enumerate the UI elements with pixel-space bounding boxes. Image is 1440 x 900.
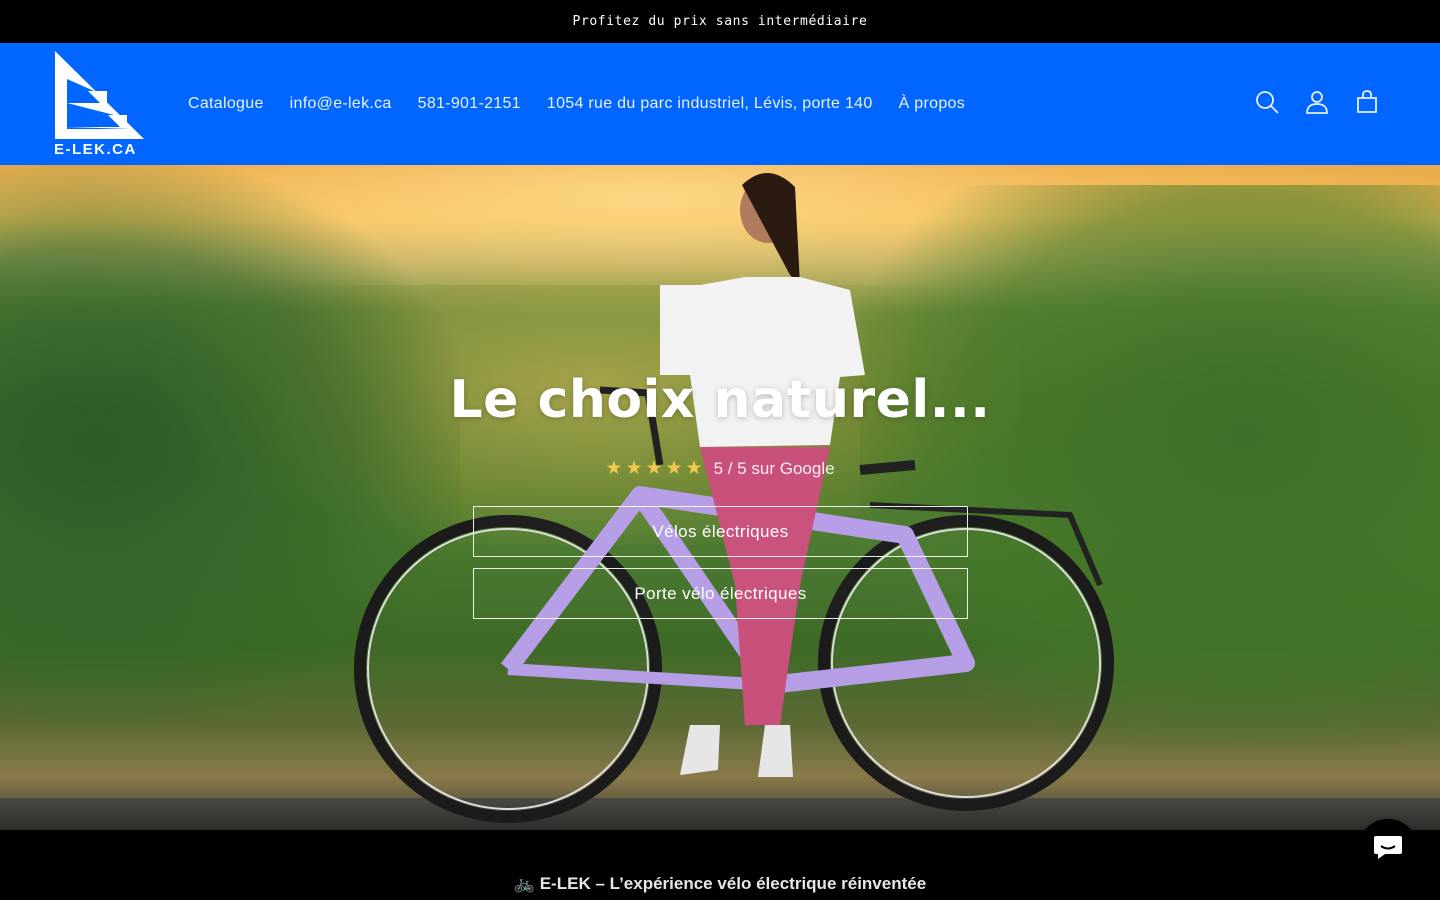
main-nav: Catalogue info@e-lek.ca 581-901-2151 105… [188,43,991,165]
cart-icon[interactable] [1354,89,1380,115]
nav-item-address[interactable]: 1054 rue du parc industriel, Lévis, port… [547,95,873,113]
nav-item-catalogue[interactable]: Catalogue [188,95,264,113]
announcement-text: Profitez du prix sans intermédiaire [572,14,868,29]
logo-mark-icon [55,51,144,139]
rating-stars-icon: ★★★★★ [605,458,706,479]
search-icon[interactable] [1254,89,1280,115]
nav-item-email[interactable]: info@e-lek.ca [290,95,392,113]
site-header: E-LEK.CA Catalogue info@e-lek.ca 581-901… [0,43,1440,165]
google-rating: ★★★★★ 5 / 5 sur Google [0,457,1440,480]
rating-text: 5 / 5 sur Google [713,458,835,478]
nav-item-phone[interactable]: 581-901-2151 [418,95,521,113]
chat-button[interactable] [1358,819,1418,879]
intro-tagline: 🚲 E-LEK – L’expérience vélo électrique r… [513,874,927,893]
site-logo[interactable]: E-LEK.CA [52,51,148,159]
announcement-bar: Profitez du prix sans intermédiaire [0,0,1440,43]
account-icon[interactable] [1304,89,1330,115]
header-icons [1254,89,1380,115]
electric-bikes-button[interactable]: Vélos électriques [473,506,968,557]
intro-section: 🚲 E-LEK – L’expérience vélo électrique r… [0,830,1440,900]
logo-text: E-LEK.CA [54,141,137,158]
hero-banner: Le choix naturel... ★★★★★ 5 / 5 sur Goog… [0,165,1440,830]
nav-item-about[interactable]: À propos [899,95,965,113]
chat-icon [1373,833,1403,866]
hero-title: Le choix naturel... [449,370,991,430]
bike-racks-button[interactable]: Porte vélo électriques [473,568,968,619]
hero-content: Le choix naturel... ★★★★★ 5 / 5 sur Goog… [0,165,1440,830]
